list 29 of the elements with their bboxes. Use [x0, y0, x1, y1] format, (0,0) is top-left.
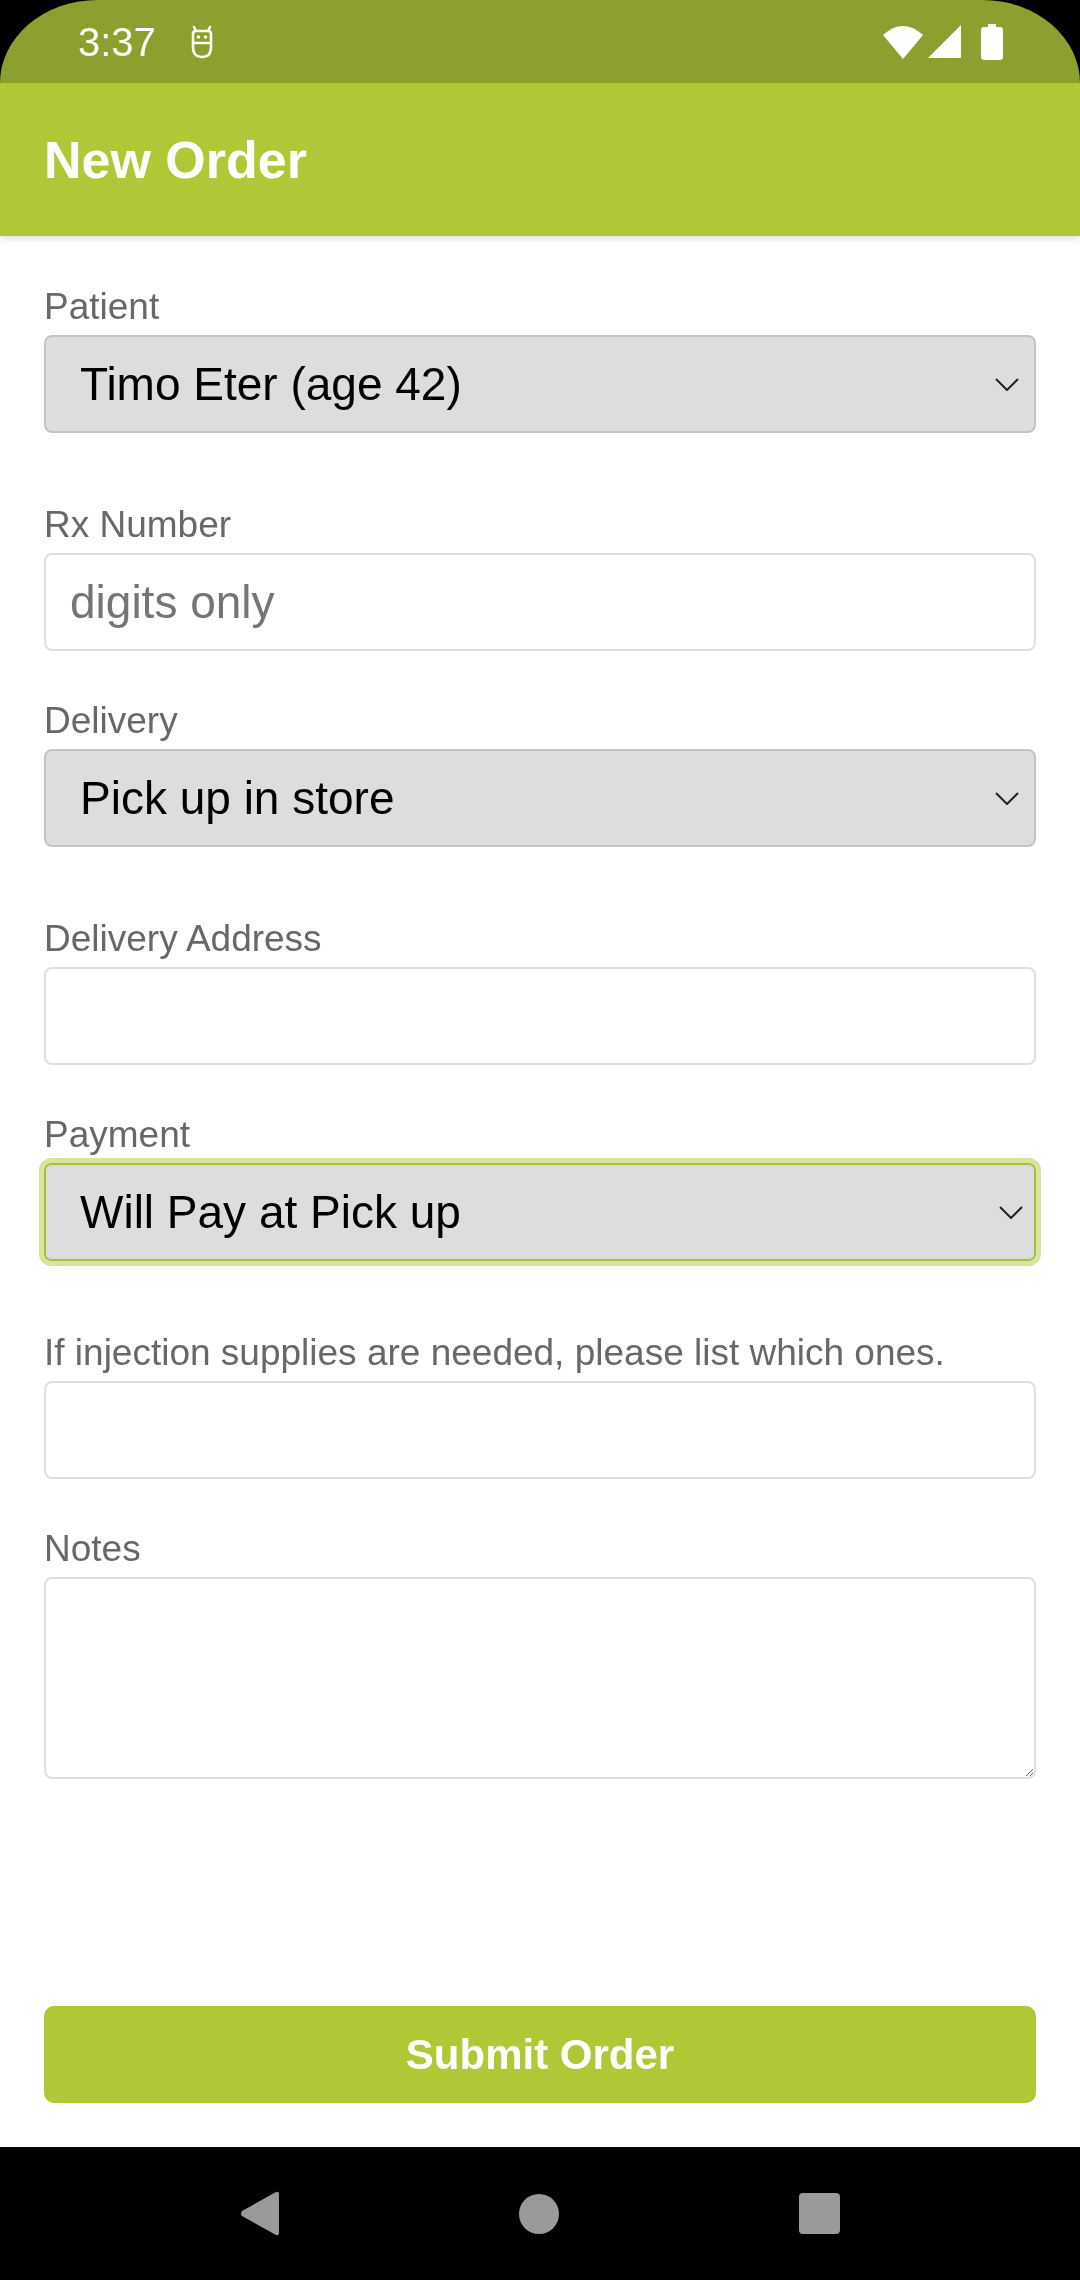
dropdown-field[interactable]: Pick up in store — [44, 749, 1036, 847]
text-field[interactable] — [44, 1381, 1036, 1479]
field-label: Delivery — [44, 699, 179, 743]
chevron-down-icon — [995, 791, 1019, 805]
robot-face-icon — [189, 24, 214, 59]
field-label: Delivery Address — [44, 917, 323, 961]
field-label: Notes — [44, 1527, 142, 1571]
notes-field[interactable] — [44, 1577, 1036, 1779]
dropdown-value: Pick up in store — [80, 770, 395, 826]
dropdown-value: Timo Eter (age 42) — [80, 356, 462, 412]
text-field[interactable]: digits only — [44, 553, 1036, 651]
chevron-down-icon — [999, 1205, 1023, 1219]
dropdown-value: Will Pay at Pick up — [80, 1184, 461, 1240]
signal-icon — [928, 25, 961, 58]
dropdown-field[interactable]: Will Pay at Pick up — [39, 1158, 1041, 1266]
field-label: Payment — [44, 1113, 191, 1157]
status-time: 3:37 — [78, 21, 156, 62]
app-bar-title: New Order — [44, 133, 307, 186]
text-field[interactable] — [44, 967, 1036, 1065]
back-icon[interactable] — [240, 2191, 279, 2236]
field-label: If injection supplies are needed, please list which ones. — [44, 1331, 946, 1375]
dropdown-field[interactable]: Timo Eter (age 42) — [44, 335, 1036, 433]
wifi-icon — [883, 24, 923, 59]
field-label: Rx Number — [44, 503, 233, 547]
recents-icon[interactable] — [799, 2193, 840, 2234]
battery-icon — [981, 23, 1003, 60]
field-label: Patient — [44, 285, 161, 329]
home-icon[interactable] — [519, 2193, 559, 2234]
chevron-down-icon — [995, 377, 1019, 391]
